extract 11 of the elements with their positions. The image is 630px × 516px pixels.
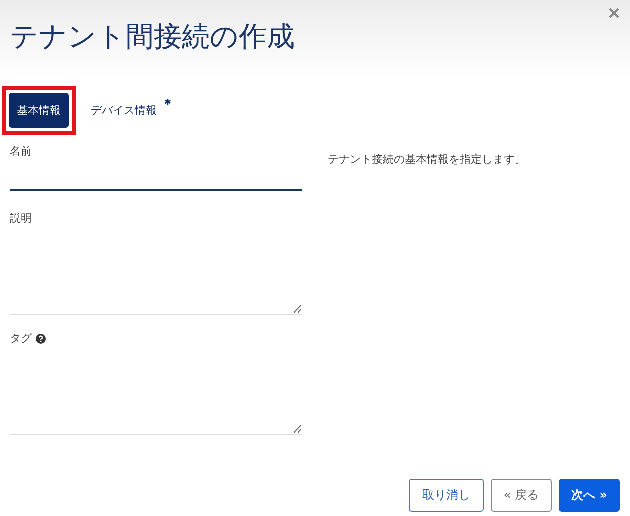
help-icon[interactable] [36, 334, 46, 344]
cancel-button[interactable]: 取り消し [409, 479, 484, 512]
description-text: テナント接続の基本情報を指定します。 [328, 152, 526, 167]
tab[interactable]: デバイス情報 [83, 92, 165, 128]
tab[interactable]: 基本情報 [9, 92, 69, 128]
back-button[interactable]: « 戻る [491, 479, 552, 512]
dialog-title: テナント間接続の作成 [10, 19, 295, 55]
field-label: 名前 [10, 144, 32, 159]
field-label: タグ [10, 331, 32, 346]
field-label: 説明 [10, 211, 32, 226]
next-button[interactable]: 次へ » [559, 479, 620, 512]
